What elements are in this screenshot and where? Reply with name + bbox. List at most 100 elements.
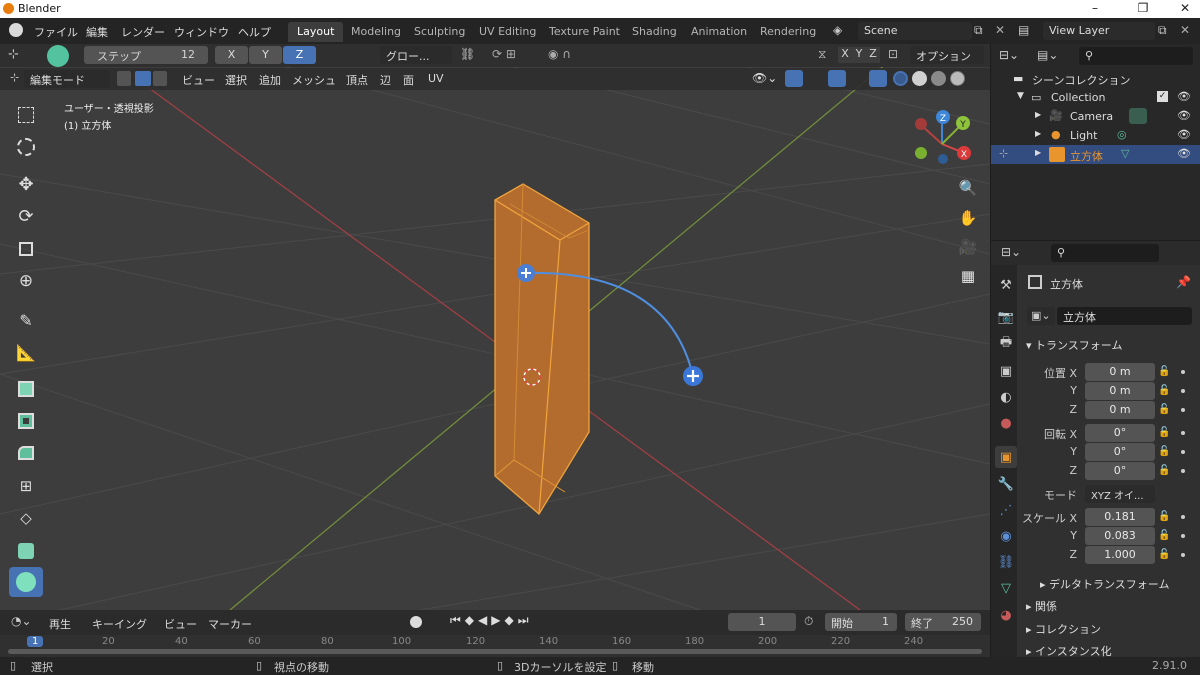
menu-add[interactable]: 追加 [259,72,281,88]
navigation-gizmo[interactable]: Y Z X [915,110,971,164]
tab-layout[interactable]: Layout [288,22,344,42]
expand-icon[interactable]: ▶ [1035,148,1041,157]
view-layer-icon[interactable]: ▤ [1018,23,1029,37]
tab-texture-paint[interactable]: Texture Paint [540,22,629,42]
outliner-scene-collection[interactable]: ▬ シーンコレクション [991,69,1200,88]
menu-mesh[interactable]: メッシュ [292,72,336,88]
bevel-tool[interactable] [9,438,43,468]
scene-field[interactable]: Scene [858,22,972,40]
remove-view-layer-icon[interactable]: ✕ [1180,23,1190,37]
object-tab-icon[interactable]: ▣ [995,446,1017,468]
tool-tab-icon[interactable]: ⚒ [995,274,1017,296]
mode-dropdown[interactable]: 編集モード [24,70,110,88]
menu-window[interactable]: ウィンドウ [174,24,229,40]
menu-render[interactable]: レンダー [121,24,165,40]
blender-menu-icon[interactable] [9,23,23,37]
delta-transform-panel[interactable]: ▸ デルタトランスフォーム [1040,576,1169,592]
edge-select-icon[interactable] [135,71,151,86]
end-frame-field[interactable]: 終了 250 [905,613,981,631]
outliner-item-camera[interactable]: ▶ 🎥 Camera 👁 [991,107,1200,126]
scale-tool[interactable] [9,234,43,264]
timeline-scrollbar[interactable] [8,649,982,654]
zoom-icon[interactable]: 🔍 [955,175,981,201]
menu-marker[interactable]: マーカー [208,616,252,632]
camera-view-icon[interactable]: 🎥 [955,234,981,260]
snap-settings-icon[interactable]: ⊡ [888,47,898,61]
menu-timeline-view[interactable]: ビュー [164,616,197,632]
pin-icon[interactable]: 📌 [1176,275,1191,289]
rotate-tool[interactable]: ⟳ [9,201,43,231]
lock-icon[interactable]: 🔓 [1158,427,1170,439]
poly-build-tool[interactable] [9,536,43,566]
properties-editor-icon[interactable]: ⊟⌄ [1001,245,1021,259]
outliner-search[interactable]: ⚲ [1079,47,1193,65]
tab-modeling[interactable]: Modeling [342,22,410,42]
rotation-z-field[interactable]: 0° [1085,462,1155,480]
start-frame-field[interactable]: 開始 1 [825,613,897,631]
transform-tool-icon[interactable]: ⊹ [8,47,19,62]
knife-tool[interactable]: ◇ [9,503,43,533]
display-mode-icon[interactable]: ▤⌄ [1037,48,1058,62]
view-layer-field[interactable]: View Layer [1043,22,1155,40]
particles-tab-icon[interactable]: ⋰ [995,499,1017,521]
menu-keying[interactable]: キーイング [92,616,147,632]
move-tool[interactable]: ✥ [9,169,43,199]
inset-tool[interactable] [9,406,43,436]
physics-tab-icon[interactable]: ◉ [995,525,1017,547]
spin-tool[interactable] [9,567,43,597]
scale-z-field[interactable]: 1.000 [1085,546,1155,564]
editor-type-icon[interactable]: ⊹ [10,71,19,84]
relations-panel[interactable]: ▸ 関係 [1026,598,1057,614]
tab-shading[interactable]: Shading [623,22,686,42]
new-view-layer-icon[interactable]: ⧉ [1158,23,1167,38]
menu-help[interactable]: ヘルプ [238,24,271,40]
data-tab-icon[interactable]: ▽ [995,577,1017,599]
snap-icon[interactable]: ⟳ ⊞ [492,47,516,61]
ortho-grid-icon[interactable]: ▦ [955,263,981,289]
xray-toggle-icon[interactable] [869,70,887,87]
lock-icon[interactable]: 🔓 [1158,530,1170,542]
proportional-edit-icon[interactable]: ◉ ∩ [548,47,571,61]
tab-sculpting[interactable]: Sculpting [405,22,474,42]
mirror-z-button[interactable]: Z [866,47,880,63]
pan-hand-icon[interactable]: ✋ [955,205,981,231]
keyframe-dot-icon[interactable] [1181,389,1185,393]
cursor-tool[interactable] [9,132,43,162]
outliner-item-light[interactable]: ▶ ● Light ◎ 👁 [991,126,1200,145]
keyframe-dot-icon[interactable] [1181,553,1185,557]
scale-y-field[interactable]: 0.083 [1085,527,1155,545]
close-icon[interactable]: ✕ [1170,1,1200,15]
annotate-tool[interactable]: ✎ [9,305,43,335]
object-name-field[interactable]: 立方体 [1057,307,1192,325]
solid-shading-icon[interactable] [912,71,927,86]
spin-gizmo-handle-start[interactable] [517,264,535,282]
menu-select[interactable]: 選択 [225,72,247,88]
collections-panel[interactable]: ▸ コレクション [1026,621,1101,637]
selected-mesh[interactable] [494,183,590,515]
constraints-tab-icon[interactable]: ⛓ [995,551,1017,573]
lock-icon[interactable]: 🔓 [1158,549,1170,561]
axis-z-button[interactable]: Z [283,46,316,64]
location-x-field[interactable]: 0 m [1085,363,1155,381]
minimize-icon[interactable]: – [1080,1,1110,15]
lock-icon[interactable]: 🔓 [1158,511,1170,523]
spin-gizmo-handle-end[interactable] [683,366,703,386]
orientation-dropdown[interactable]: グロー... [380,46,452,64]
material-tab-icon[interactable]: ◕ [995,604,1017,626]
axis-y-button[interactable]: Y [249,46,282,64]
expand-icon[interactable]: ▶ [1035,110,1041,119]
lock-icon[interactable]: 🔓 [1158,385,1170,397]
mirror-icon[interactable]: ⧖ [818,47,826,62]
tab-animation[interactable]: Animation [682,22,756,42]
eye-icon[interactable]: 👁 [1177,90,1191,103]
location-y-field[interactable]: 0 m [1085,382,1155,400]
scene-tab-icon[interactable]: ◐ [995,386,1017,408]
eye-icon[interactable]: 👁 [1177,128,1191,141]
select-box-tool[interactable] [9,100,43,130]
pivot-icon[interactable]: ⛓ [460,47,475,61]
rendered-shading-icon[interactable] [950,71,965,86]
world-tab-icon[interactable]: ● [995,412,1017,434]
step-field[interactable]: ステップ 12 [84,46,208,64]
record-icon[interactable] [410,616,422,628]
transform-panel-header[interactable]: ▾ トランスフォーム [1026,337,1122,353]
